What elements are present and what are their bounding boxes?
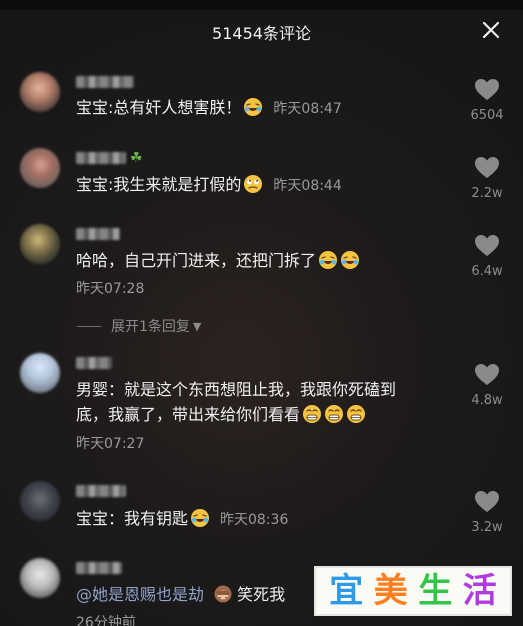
- avatar[interactable]: [20, 353, 60, 393]
- comment-body: 宝宝:总有奸人想害朕！: [76, 98, 242, 117]
- comment-text: 宝宝:总有奸人想害朕！ 昨天08:47: [76, 95, 456, 122]
- username-blurred: [76, 76, 134, 88]
- comments-panel: 51454条评论 宝宝:总有奸人想害朕！ 昨天08:47 6504 ☘ 宝宝:我生…: [0, 0, 523, 626]
- watermark-logo: 宜 美 生 活: [314, 566, 512, 616]
- comment-time: 昨天08:47: [273, 101, 342, 117]
- close-button[interactable]: [479, 18, 503, 42]
- avatar[interactable]: [20, 72, 60, 112]
- username[interactable]: [76, 355, 112, 371]
- username-blurred: [76, 228, 120, 240]
- like-count: 3.2w: [471, 520, 503, 535]
- expand-replies-label: 展开1条回复: [111, 319, 190, 335]
- avatar[interactable]: [20, 558, 60, 598]
- username[interactable]: [76, 483, 126, 499]
- comment-text: 男婴：就是这个东西想阻止我，我跟你死磕到 底，我赢了，带出来给你们看看: [76, 377, 466, 427]
- comment-time: 昨天08:44: [273, 178, 342, 194]
- like-count: 4.8w: [471, 393, 503, 408]
- comment-time: 26分钟前: [76, 615, 136, 626]
- laughing-face-icon: [244, 98, 263, 116]
- comment-body: 笑死我: [237, 585, 286, 604]
- avatar[interactable]: [20, 148, 60, 188]
- heart-icon: [475, 235, 499, 256]
- laughing-face-icon: [341, 251, 360, 269]
- heart-icon: [475, 491, 499, 512]
- caret-down-icon: ▼: [192, 319, 202, 333]
- top-strip: [0, 0, 523, 10]
- username[interactable]: [76, 74, 134, 90]
- comment-time: 昨天08:36: [220, 512, 289, 528]
- username[interactable]: [76, 226, 120, 242]
- like-count: 6.4w: [471, 264, 503, 279]
- grinning-face-icon: [325, 405, 344, 423]
- like-button[interactable]: 4.8w: [465, 363, 509, 408]
- watermark-char: 生: [418, 571, 453, 611]
- username-blurred: [76, 485, 126, 497]
- avatar[interactable]: [20, 224, 60, 264]
- heart-icon: [475, 79, 499, 100]
- heart-icon: [475, 157, 499, 178]
- comment-body: 哈哈，自己开门进来，还把门拆了: [76, 251, 317, 270]
- like-button[interactable]: 6504: [465, 78, 509, 123]
- avatar[interactable]: [20, 481, 60, 521]
- like-button[interactable]: 6.4w: [465, 234, 509, 279]
- laughing-face-icon: [191, 509, 210, 527]
- comment-count-title: 51454条评论: [212, 24, 311, 43]
- rolling-eyes-face-icon: [244, 175, 263, 193]
- watermark-char: 宜: [329, 571, 364, 611]
- close-icon: [482, 21, 500, 39]
- laughing-face-icon: [319, 251, 338, 269]
- like-button[interactable]: 3.2w: [465, 490, 509, 535]
- username-blurred: [76, 357, 112, 369]
- comment-time: 昨天07:27: [76, 436, 145, 452]
- like-count: 6504: [470, 108, 504, 123]
- comments-header: 51454条评论: [0, 10, 523, 52]
- grinning-face-icon: [303, 405, 322, 423]
- clover-icon: ☘: [130, 150, 143, 166]
- username-blurred: [76, 152, 126, 164]
- see-no-evil-monkey-icon: [213, 584, 233, 604]
- comment-text: 哈哈，自己开门进来，还把门拆了: [76, 248, 456, 273]
- comment-body-line1: 男婴：就是这个东西想阻止我，我跟你死磕到: [76, 380, 397, 399]
- heart-icon: [475, 364, 499, 385]
- comment-text: 宝宝:我生来就是打假的 昨天08:44: [76, 172, 456, 199]
- comment-body-line2: 底，我赢了，带出来给你们看看: [76, 405, 301, 424]
- comment-text: 宝宝：我有钥匙 昨天08:36: [76, 506, 456, 533]
- username[interactable]: ☘: [76, 150, 143, 166]
- watermark-char: 美: [373, 571, 408, 611]
- expand-replies-button[interactable]: 展开1条回复 ▼: [77, 316, 201, 336]
- reply-divider: [77, 325, 101, 327]
- comment-time: 昨天07:28: [76, 281, 145, 297]
- like-button[interactable]: 2.2w: [465, 156, 509, 201]
- watermark-char: 活: [462, 571, 497, 611]
- mention-link[interactable]: @她是恩赐也是劫: [76, 585, 204, 604]
- grinning-face-icon: [347, 405, 366, 423]
- like-count: 2.2w: [471, 186, 503, 201]
- comment-body: 宝宝:我生来就是打假的: [76, 175, 242, 194]
- username[interactable]: [76, 560, 122, 576]
- comment-body: 宝宝：我有钥匙: [76, 509, 189, 528]
- username-blurred: [76, 562, 122, 574]
